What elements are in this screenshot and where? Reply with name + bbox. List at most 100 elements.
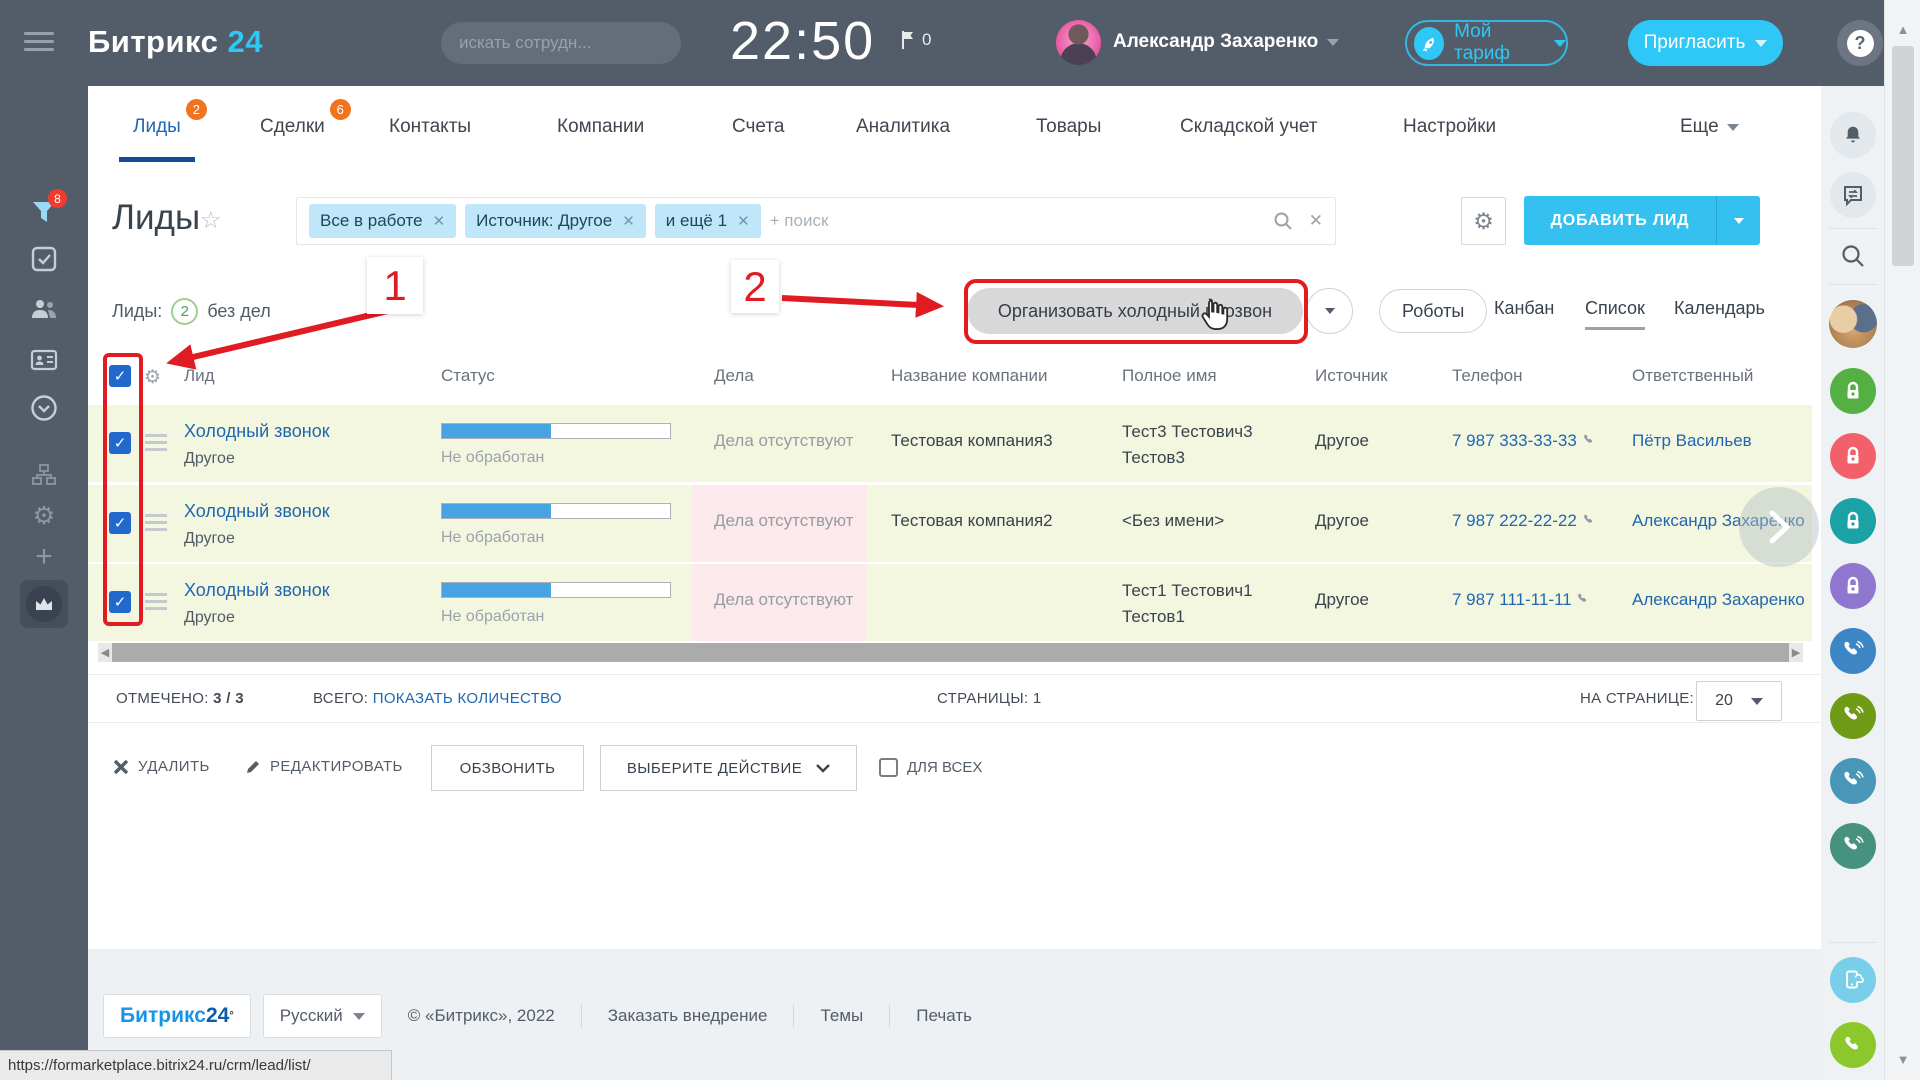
filter-search-bar[interactable]: Все в работе✕ Источник: Другое✕ и ещё 1✕… [296, 197, 1336, 245]
filter-chip[interactable]: и ещё 1✕ [655, 204, 761, 238]
tab-settings[interactable]: Настройки [1403, 116, 1496, 138]
drag-handle-icon[interactable] [145, 593, 167, 614]
my-plan-button[interactable]: Мой тариф [1405, 20, 1568, 66]
tab-analytics[interactable]: Аналитика [856, 116, 950, 138]
filter-search-input[interactable] [770, 211, 1264, 231]
phone-darkteal-button[interactable] [1829, 822, 1877, 870]
phone-link[interactable]: 7 987 222-22-22 [1452, 511, 1597, 531]
help-button[interactable]: ? [1837, 20, 1883, 66]
responsible-link[interactable]: Александр Захаренко [1632, 590, 1807, 610]
edit-button[interactable]: РЕДАКТИРОВАТЬ [245, 758, 403, 775]
tab-deals[interactable]: Сделки 6 [260, 116, 325, 138]
phone-olive-button[interactable] [1829, 692, 1877, 740]
footer-link-print[interactable]: Печать [916, 1006, 972, 1026]
filter-chip[interactable]: Все в работе✕ [309, 204, 456, 238]
search-button[interactable] [1829, 232, 1877, 280]
column-header-source[interactable]: Источник [1315, 366, 1388, 386]
sidebar-item-timeline[interactable] [0, 394, 88, 422]
lock-teal-button[interactable] [1829, 497, 1877, 545]
hamburger-menu-icon[interactable] [24, 32, 54, 54]
column-header-responsible[interactable]: Ответственный [1632, 366, 1753, 386]
checkbox-empty[interactable] [879, 758, 898, 777]
clear-filter-icon[interactable]: ✕ [1309, 211, 1323, 231]
footer-link-themes[interactable]: Темы [820, 1006, 863, 1026]
close-icon[interactable]: ✕ [433, 212, 446, 230]
cold-call-button[interactable]: Организовать холодный прозвон [967, 288, 1303, 334]
view-kanban[interactable]: Канбан [1494, 298, 1554, 319]
drag-handle-icon[interactable] [145, 514, 167, 535]
apply-to-all-checkbox[interactable]: ДЛЯ ВСЕХ [879, 758, 982, 777]
invite-button[interactable]: Пригласить [1628, 20, 1783, 66]
tab-leads[interactable]: Лиды 2 [133, 116, 181, 138]
app-logo[interactable]: Битрикс 24 [88, 24, 263, 60]
row-checkbox[interactable]: ✓ [109, 512, 131, 534]
next-page-arrow[interactable] [1739, 487, 1819, 567]
search-icon[interactable] [1273, 211, 1293, 231]
sidebar-item-settings[interactable]: ⚙ [0, 504, 88, 529]
callback-button[interactable] [1829, 1021, 1877, 1069]
close-icon[interactable]: ✕ [737, 212, 750, 230]
sidebar-item-add[interactable]: + [0, 542, 88, 572]
choose-action-select[interactable]: ВЫБЕРИТЕ ДЕЙСТВИЕ [600, 745, 857, 791]
lock-green-button[interactable] [1829, 367, 1877, 415]
scrollbar-thumb[interactable] [1892, 46, 1914, 266]
tab-more[interactable]: Еще [1680, 116, 1739, 138]
phone-teal-button[interactable] [1829, 757, 1877, 805]
show-count-link[interactable]: ПОКАЗАТЬ КОЛИЧЕСТВО [373, 690, 562, 707]
language-select[interactable]: Русский [263, 994, 382, 1038]
footer-link-implementation[interactable]: Заказать внедрение [608, 1006, 768, 1026]
chat-button[interactable] [1829, 171, 1877, 219]
add-lead-dropdown[interactable] [1716, 196, 1760, 245]
column-header-company[interactable]: Название компании [891, 366, 1048, 386]
lock-red-button[interactable] [1829, 432, 1877, 480]
drag-handle-icon[interactable] [145, 434, 167, 455]
team-avatar[interactable] [1829, 300, 1877, 348]
table-horizontal-scrollbar[interactable]: ◀ ▶ [98, 643, 1803, 662]
column-header-activities[interactable]: Дела [714, 366, 754, 386]
user-avatar[interactable] [1056, 20, 1101, 65]
user-menu[interactable]: Александр Захаренко [1113, 31, 1339, 53]
footer-logo-button[interactable]: Битрикс24° [103, 994, 251, 1038]
sidebar-item-structure[interactable] [0, 464, 88, 486]
sidebar-item-crm[interactable]: 8 [0, 198, 88, 226]
grid-settings-button[interactable]: ⚙ [1461, 197, 1506, 245]
add-lead-button[interactable]: ДОБАВИТЬ ЛИД [1524, 196, 1760, 245]
row-checkbox[interactable]: ✓ [109, 591, 131, 613]
column-header-lead[interactable]: Лид [184, 366, 215, 386]
mobile-app-button[interactable] [1829, 956, 1877, 1004]
lead-name-link[interactable]: Холодный звонок [184, 421, 330, 442]
sidebar-item-marketplace[interactable] [0, 580, 88, 628]
responsible-link[interactable]: Пётр Васильев [1632, 431, 1807, 451]
notifications-flag[interactable]: 0 [900, 30, 931, 50]
favorite-star-icon[interactable]: ☆ [200, 206, 222, 235]
column-header-fullname[interactable]: Полное имя [1122, 366, 1217, 386]
employee-search[interactable] [441, 22, 681, 64]
cold-call-dropdown[interactable] [1306, 288, 1353, 334]
notifications-button[interactable] [1829, 111, 1877, 159]
column-header-status[interactable]: Статус [441, 366, 495, 386]
robots-button[interactable]: Роботы [1379, 289, 1487, 333]
lock-purple-button[interactable] [1829, 562, 1877, 610]
gear-icon[interactable]: ⚙ [144, 366, 161, 389]
scroll-left-arrow[interactable]: ◀ [98, 646, 112, 659]
tab-contacts[interactable]: Контакты [389, 116, 471, 138]
page-size-select[interactable]: 20 [1696, 681, 1782, 721]
phone-link[interactable]: 7 987 111-11-11 [1452, 590, 1591, 610]
sidebar-item-employees[interactable] [0, 296, 88, 322]
phone-blue-button[interactable] [1829, 627, 1877, 675]
scroll-down-arrow[interactable]: ▼ [1885, 1052, 1920, 1067]
time-display[interactable]: 22:50 [730, 10, 875, 72]
tab-products[interactable]: Товары [1036, 116, 1101, 138]
call-button[interactable]: ОБЗВОНИТЬ [431, 745, 584, 791]
filter-chip[interactable]: Источник: Другое✕ [465, 204, 646, 238]
tab-warehouse[interactable]: Складской учет [1180, 116, 1318, 138]
sidebar-item-contacts[interactable] [0, 348, 88, 372]
lead-name-link[interactable]: Холодный звонок [184, 580, 330, 601]
scroll-up-arrow[interactable]: ▲ [1885, 22, 1920, 37]
sidebar-item-tasks[interactable] [0, 246, 88, 272]
column-header-phone[interactable]: Телефон [1452, 366, 1523, 386]
table-row[interactable]: ✓ Холодный звонок Другое Не обработан Де… [88, 485, 1812, 562]
employee-search-input[interactable] [459, 33, 680, 53]
scroll-right-arrow[interactable]: ▶ [1789, 646, 1803, 659]
view-list[interactable]: Список [1585, 298, 1645, 330]
